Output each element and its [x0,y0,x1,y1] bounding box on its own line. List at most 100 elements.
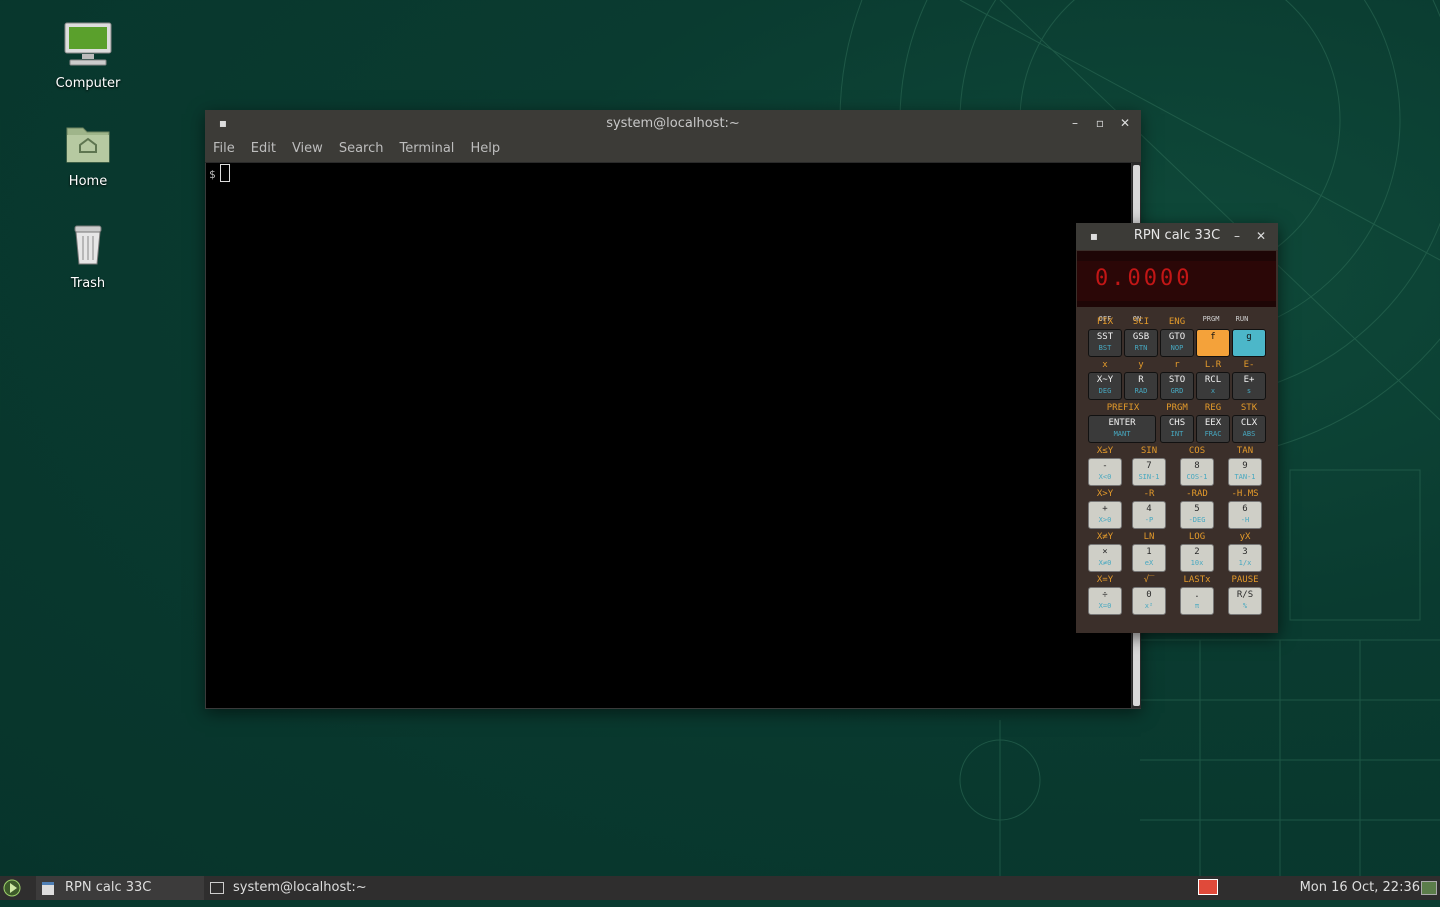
key-label: . [1194,590,1200,600]
shift-label: X=Y [1096,575,1114,585]
key-shift-label: SIN-1 [1138,473,1160,481]
desktop-icon-label: Trash [70,276,106,291]
calc-key[interactable]: 3 1/x [1228,544,1262,572]
calc-key[interactable]: GTO NOP [1160,329,1194,357]
calc-key[interactable]: 8 COS-1 [1180,458,1214,486]
desktop-icon-label: Computer [55,76,121,91]
menu-view[interactable]: View [284,136,331,162]
calc-key[interactable]: ÷ X=0 [1088,587,1122,615]
tray-indicator[interactable] [1198,879,1220,897]
key-label: E+ [1243,375,1255,385]
key-label: RCL [1204,375,1222,385]
calc-key[interactable]: STO GRD [1160,372,1194,400]
key-label: g [1246,332,1252,342]
task-label: system@localhost:~ [233,880,367,895]
calc-key[interactable]: R RAD [1124,372,1158,400]
key-shift-label: X=0 [1098,602,1112,610]
calc-key[interactable]: EEX FRAC [1196,415,1230,443]
key-label: R [1138,375,1144,385]
key-label: 5 [1194,504,1200,514]
key-shift-label: GRD [1170,387,1184,395]
calc-key[interactable]: GSB RTN [1124,329,1158,357]
key-shift-label: X≠0 [1098,559,1112,567]
key-label: 6 [1242,504,1248,514]
desktop-icon-trash[interactable]: Trash [28,222,148,291]
menu-search[interactable]: Search [331,136,392,162]
task-calculator[interactable]: RPN calc 33C [36,876,204,900]
menu-help[interactable]: Help [462,136,508,162]
display-value: 0.0000 [1095,266,1193,291]
calc-key[interactable]: 9 TAN-1 [1228,458,1262,486]
calc-key[interactable]: RCL x [1196,372,1230,400]
calc-key[interactable]: X~Y DEG [1088,372,1122,400]
calc-key[interactable]: 5 -DEG [1180,501,1214,529]
minimize-button[interactable]: – [1067,115,1083,131]
calc-key[interactable]: 1 eX [1132,544,1166,572]
close-button[interactable]: ✕ [1253,228,1269,244]
calculator-window: ▪ RPN calc 33C – ✕ 0.0000 OFF ON PRGM RU… [1076,223,1278,633]
shift-label: r [1174,360,1180,370]
key-label: X~Y [1096,375,1114,385]
key-label: 8 [1194,461,1200,471]
terminal-output[interactable]: $ [206,163,1131,708]
calc-key[interactable]: g [1232,329,1266,357]
calc-key[interactable]: 7 SIN-1 [1132,458,1166,486]
calc-key[interactable]: CLX ABS [1232,415,1266,443]
calc-key[interactable]: SST BST [1088,329,1122,357]
shift-label: STK [1240,403,1258,413]
calc-key[interactable]: ENTER MANT [1088,415,1156,443]
desktop-icon-home[interactable]: Home [28,122,148,189]
calc-key[interactable]: - X<0 [1088,458,1122,486]
calc-key[interactable]: R/S% [1228,587,1262,615]
tray-record-icon [1198,879,1218,895]
maximize-button[interactable]: ▫ [1092,115,1108,131]
shift-label: X≤Y [1096,446,1114,456]
close-button[interactable]: ✕ [1117,115,1133,131]
shift-label: PREFIX [1106,403,1140,413]
key-shift-label: TAN-1 [1234,473,1256,481]
calc-key[interactable]: + X>0 [1088,501,1122,529]
calc-key[interactable]: 4 -P [1132,501,1166,529]
key-shift-label: ABS [1242,430,1256,438]
start-menu-icon [3,879,21,897]
terminal-titlebar[interactable]: ▪ system@localhost:~ – ▫ ✕ [205,110,1141,136]
key-shift-label: x [1210,387,1216,395]
key-label: CLX [1240,418,1258,428]
minimize-button[interactable]: – [1229,228,1245,244]
task-terminal[interactable]: system@localhost:~ [204,876,374,900]
key-shift-label: RAD [1134,387,1148,395]
calc-key[interactable]: f [1196,329,1230,357]
calc-key[interactable]: E+ s [1232,372,1266,400]
key-shift-label: COS-1 [1186,473,1208,481]
key-shift-label: BST [1098,344,1112,352]
calc-key[interactable]: .π [1180,587,1214,615]
app-menu-button[interactable] [2,878,24,898]
key-shift-label: MANT [1113,430,1131,438]
calc-key[interactable]: 6 -H [1228,501,1262,529]
menu-file[interactable]: File [205,136,243,162]
window-title: RPN calc 33C [1133,228,1221,243]
key-label: ÷ [1102,590,1108,600]
key-label: 9 [1242,461,1248,471]
menu-edit[interactable]: Edit [243,136,284,162]
shift-label: X≠Y [1096,532,1114,542]
desktop-icon-computer[interactable]: Computer [28,20,148,91]
key-shift-label: s [1246,387,1252,395]
menu-terminal[interactable]: Terminal [391,136,462,162]
calc-key[interactable]: × X≠0 [1088,544,1122,572]
key-label: f [1210,332,1216,342]
key-label: SST [1096,332,1114,342]
home-folder-icon [66,127,110,163]
shift-label: ENG [1168,317,1186,327]
calc-key[interactable]: 2 10x [1180,544,1214,572]
show-desktop-button[interactable] [1421,881,1437,895]
calc-key[interactable]: CHS INT [1160,415,1194,443]
task-label: RPN calc 33C [65,880,152,895]
clock[interactable]: Mon 16 Oct, 22:36 [1296,876,1420,900]
key-shift-label: X<0 [1098,473,1112,481]
key-shift-label: x² [1144,602,1154,610]
switch-label-run: RUN [1235,315,1249,323]
key-shift-label: FRAC [1204,430,1222,438]
calculator-titlebar[interactable]: ▪ RPN calc 33C – ✕ [1076,223,1278,250]
calc-key[interactable]: 0 x² [1132,587,1166,615]
